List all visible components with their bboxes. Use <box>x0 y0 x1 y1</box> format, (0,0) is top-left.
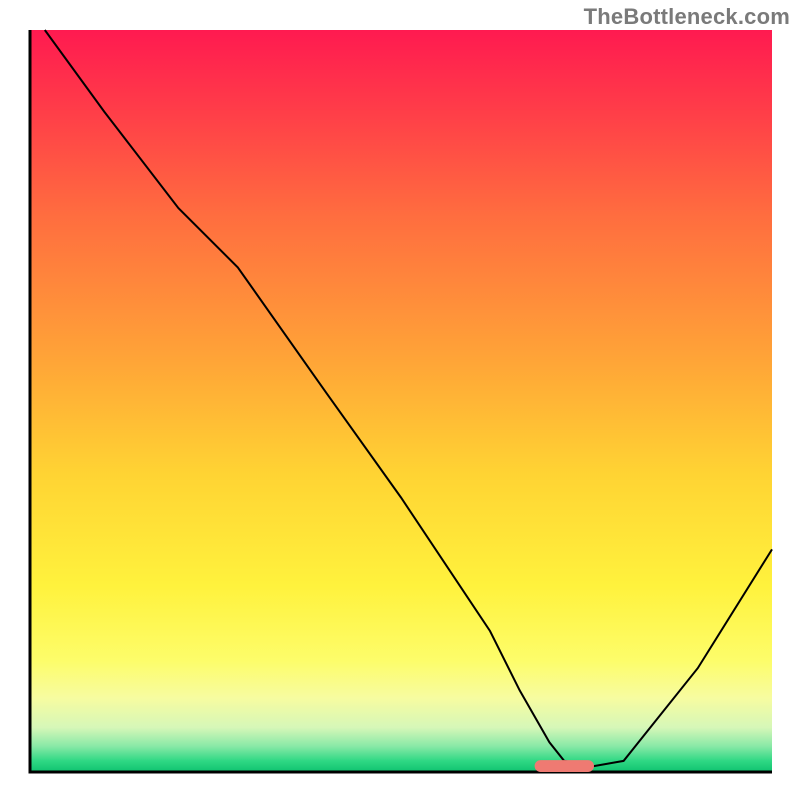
bottleneck-chart <box>0 0 800 800</box>
plot-background <box>30 30 772 772</box>
optimum-marker <box>535 760 594 772</box>
chart-stage: TheBottleneck.com <box>0 0 800 800</box>
